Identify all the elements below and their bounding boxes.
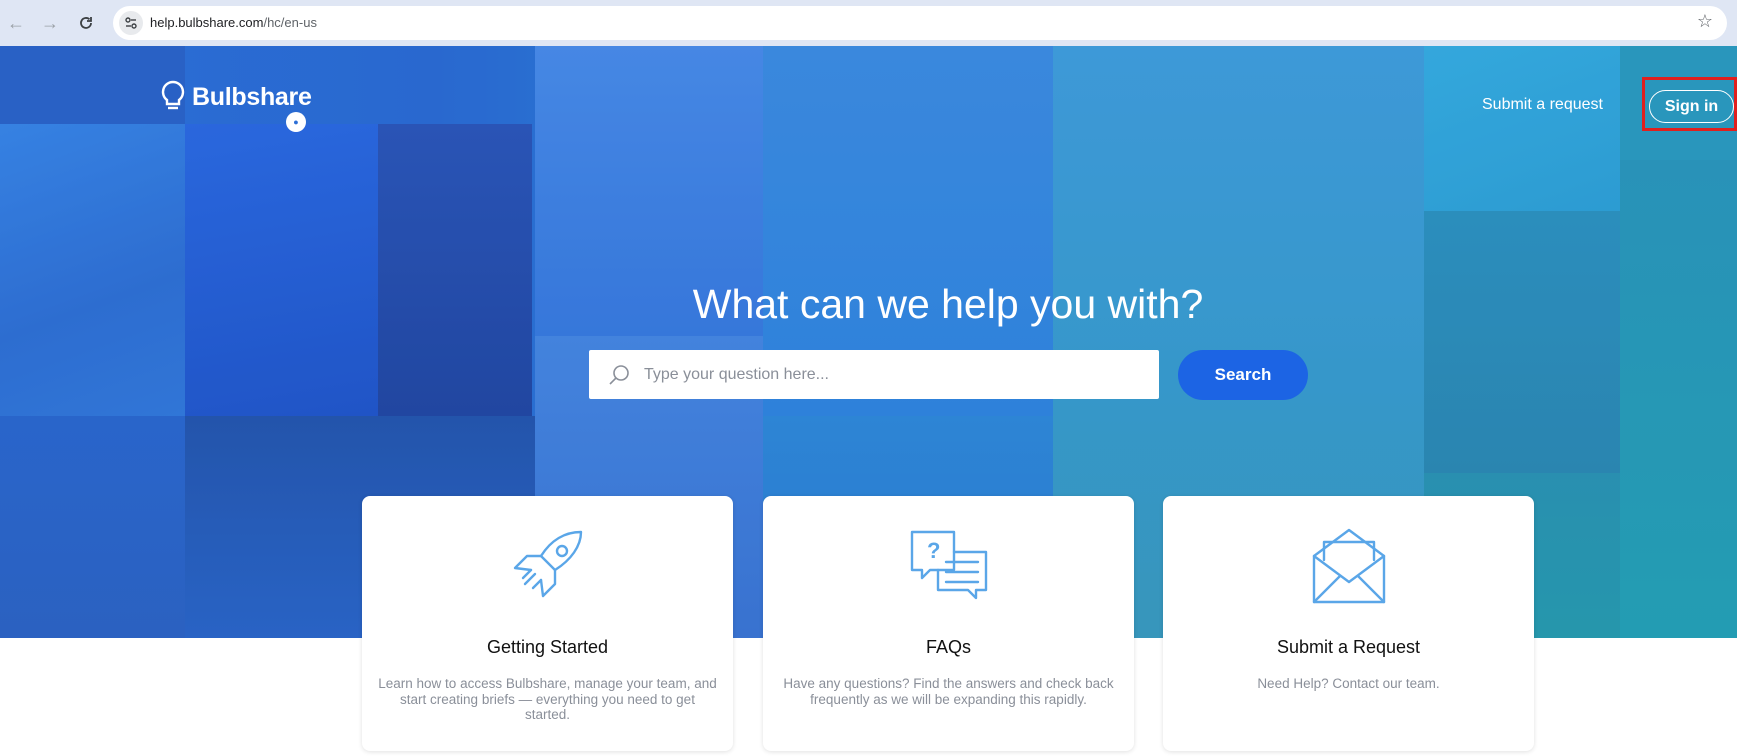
envelope-icon [1312,528,1386,604]
faq-chat-icon: ? [910,530,988,600]
card-getting-started[interactable]: Getting Started Learn how to access Bulb… [362,496,733,751]
card-submit-request[interactable]: Submit a Request Need Help? Contact our … [1163,496,1534,751]
hero-headline: What can we help you with? [692,281,1204,327]
search-button[interactable]: Search [1178,350,1308,400]
search-input[interactable] [644,350,1149,399]
card-description: Need Help? Contact our team. [1257,676,1440,691]
bulbshare-logo[interactable]: Bulbshare [160,80,312,114]
card-title: Submit a Request [1276,637,1421,657]
url-text: help.bulbshare.com/hc/en-us [150,15,317,30]
back-arrow-icon[interactable]: ← [5,12,27,34]
logo-text: Bulbshare [192,82,312,111]
svg-text:?: ? [927,538,940,563]
forward-arrow-icon[interactable]: → [39,12,61,34]
card-description: Have any questions? Find the answers and… [783,676,1114,707]
rocket-icon [513,530,583,598]
reload-icon[interactable] [75,12,97,34]
search-box[interactable] [589,350,1159,399]
search-icon [609,365,629,385]
browser-toolbar: ← → help.bulbshare.com/hc/en-us ☆ [0,0,1737,46]
bookmark-star-icon[interactable]: ☆ [1697,12,1713,30]
card-description: Learn how to access Bulbshare, manage yo… [378,676,717,722]
card-title: FAQs [925,637,971,657]
card-title: Getting Started [486,637,609,657]
card-faqs[interactable]: ? FAQs Have any questions? Find the answ… [763,496,1134,751]
site-info-icon[interactable] [119,11,143,35]
logo-badge-icon: ● [286,112,306,132]
submit-request-link[interactable]: Submit a request [1482,96,1603,114]
lightbulb-logo-icon [161,80,185,110]
sign-in-button[interactable]: Sign in [1649,90,1734,123]
address-bar[interactable]: help.bulbshare.com/hc/en-us ☆ [113,6,1727,40]
